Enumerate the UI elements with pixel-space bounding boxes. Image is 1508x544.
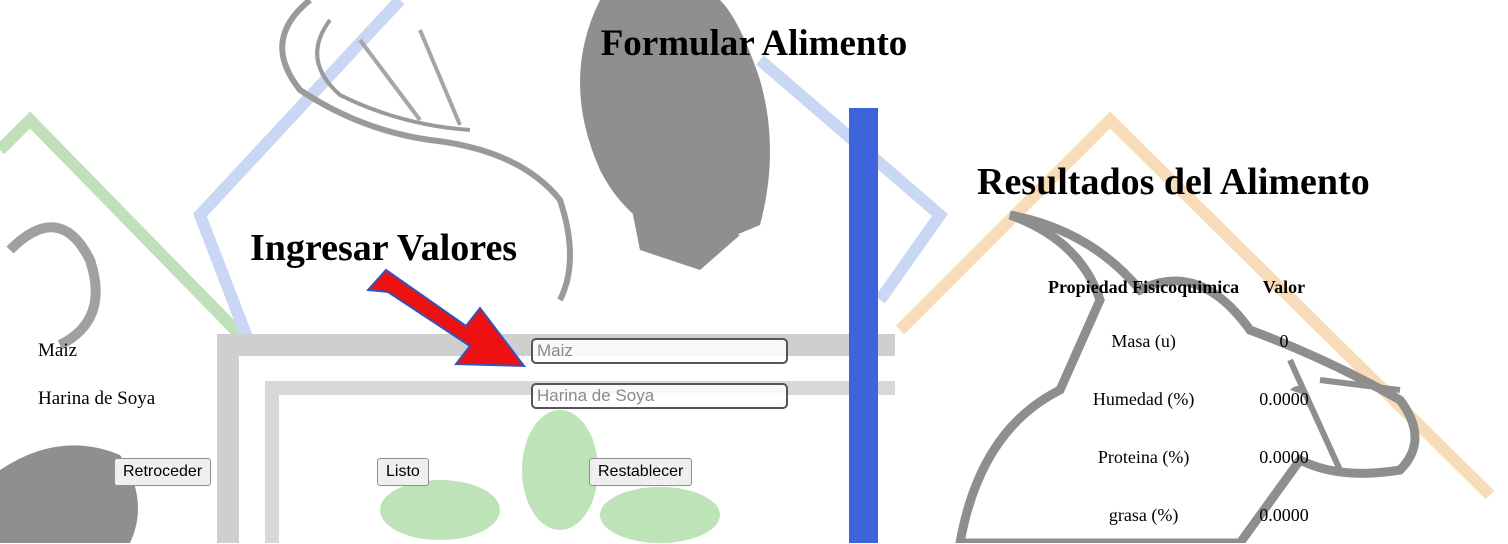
table-header-row: Propiedad Fisicoquimica Valor (1038, 262, 1319, 312)
red-arrow-icon (365, 268, 527, 368)
page-title: Formular Alimento (600, 23, 908, 64)
section-divider (849, 108, 878, 543)
reset-button[interactable]: Restablecer (589, 458, 693, 486)
value-cell: 0 (1279, 330, 1289, 351)
input-section-heading: Ingresar Valores (250, 227, 518, 269)
property-cell: Proteina (%) (1097, 446, 1190, 467)
property-cell: grasa (%) (1108, 504, 1179, 525)
table-row: Proteina (%) 0.0000 (1038, 428, 1319, 486)
harina-de-soya-input[interactable] (531, 383, 788, 409)
table-row: Masa (u) 0 (1038, 312, 1319, 370)
column-header-property: Propiedad Fisicoquimica (1048, 276, 1240, 297)
property-cell: Humedad (%) (1092, 388, 1195, 409)
back-button[interactable]: Retroceder (114, 458, 212, 486)
table-row: Humedad (%) 0.0000 (1038, 370, 1319, 428)
harina-de-soya-label: Harina de Soya (38, 388, 156, 409)
column-header-value: Valor (1262, 276, 1306, 297)
maiz-label: Maiz (38, 340, 78, 361)
value-cell: 0.0000 (1259, 446, 1309, 467)
value-cell: 0.0000 (1259, 504, 1309, 525)
results-table: Propiedad Fisicoquimica Valor Masa (u) 0… (1038, 262, 1319, 544)
maiz-input[interactable] (531, 338, 788, 364)
table-row: grasa (%) 0.0000 (1038, 486, 1319, 544)
results-section-heading: Resultados del Alimento (977, 161, 1370, 203)
done-button[interactable]: Listo (377, 458, 429, 486)
value-cell: 0.0000 (1259, 388, 1309, 409)
property-cell: Masa (u) (1111, 330, 1176, 351)
